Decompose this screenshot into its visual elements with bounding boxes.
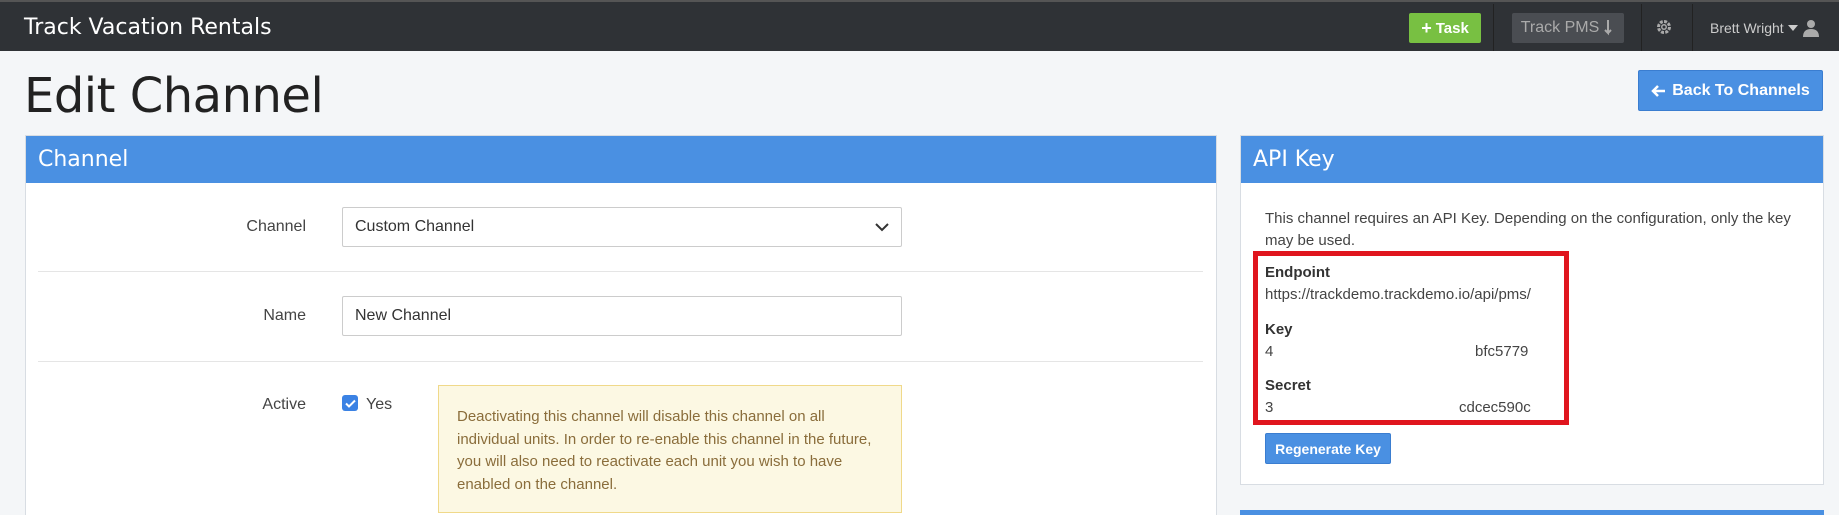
page-title: Edit Channel: [24, 68, 324, 124]
next-panel-header: [1240, 510, 1824, 515]
active-checkbox[interactable]: [342, 395, 358, 411]
name-input[interactable]: [342, 296, 902, 336]
back-label: Back To Channels: [1672, 81, 1810, 99]
channel-select-value: Custom Channel: [355, 218, 475, 235]
nav-divider: [1692, 4, 1693, 51]
secret-label: Secret: [1265, 377, 1311, 394]
deactivation-warning: Deactivating this channel will disable t…: [438, 385, 902, 513]
back-to-channels-button[interactable]: Back To Channels: [1638, 70, 1823, 111]
add-task-button[interactable]: + Task: [1409, 13, 1481, 43]
user-menu[interactable]: Brett Wright: [1710, 19, 1820, 37]
api-key-panel-title: API Key: [1241, 136, 1823, 183]
user-name: Brett Wright: [1710, 20, 1784, 36]
check-icon: [344, 399, 356, 408]
top-navbar: Track Vacation Rentals + Task Track PMS …: [0, 0, 1839, 51]
active-label: Active: [262, 396, 306, 413]
name-label: Name: [263, 307, 306, 324]
track-pms-button[interactable]: Track PMS: [1512, 13, 1624, 43]
arrow-down-icon: [1604, 20, 1612, 36]
endpoint-value: https://trackdemo.trackdemo.io/api/pms/: [1265, 286, 1531, 303]
api-key-description: This channel requires an API Key. Depend…: [1265, 210, 1791, 249]
channel-panel: Channel Channel Custom Channel Name Acti…: [25, 135, 1217, 515]
nav-divider: [1641, 4, 1642, 51]
gear-icon[interactable]: [1654, 17, 1674, 37]
channel-label: Channel: [246, 218, 306, 235]
key-value-suffix: bfc5779: [1475, 343, 1529, 360]
regenerate-key-button[interactable]: Regenerate Key: [1265, 433, 1391, 464]
key-label: Key: [1265, 321, 1293, 338]
brand-title[interactable]: Track Vacation Rentals: [24, 15, 272, 40]
secret-value-prefix: 3: [1265, 399, 1274, 416]
track-pms-label: Track PMS: [1520, 19, 1600, 36]
api-key-panel: API Key This channel requires an API Key…: [1240, 135, 1824, 485]
active-option-label[interactable]: Yes: [366, 396, 392, 414]
nav-divider: [1493, 4, 1494, 51]
key-value-prefix: 4: [1265, 343, 1274, 360]
divider: [38, 361, 1203, 362]
channel-panel-title: Channel: [26, 136, 1216, 183]
user-icon: [1802, 20, 1819, 37]
chevron-down-icon: [875, 222, 889, 231]
secret-value-suffix: cdcec590c: [1459, 399, 1531, 416]
task-label: Task: [1435, 19, 1469, 37]
caret-down-icon: [1787, 25, 1798, 31]
divider: [38, 271, 1203, 272]
plus-icon: +: [1421, 18, 1432, 38]
channel-select[interactable]: Custom Channel: [342, 207, 902, 247]
endpoint-label: Endpoint: [1265, 264, 1330, 281]
arrow-left-icon: [1651, 84, 1666, 97]
